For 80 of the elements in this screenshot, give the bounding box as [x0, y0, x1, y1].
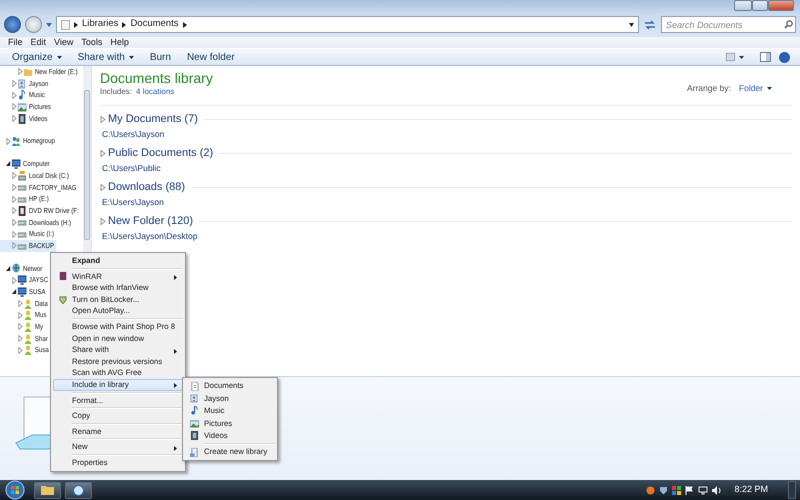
picture-icon — [190, 418, 199, 428]
caret-icon — [739, 56, 744, 58]
colorful-tile-icon[interactable] — [672, 486, 682, 494]
includes-label: Includes: — [100, 86, 132, 98]
expand-arrow-icon[interactable] — [6, 138, 12, 145]
menu-item[interactable]: Help — [110, 36, 129, 50]
computer-icon — [18, 275, 26, 286]
books-icon — [58, 272, 66, 280]
folder-path: C:\Users\Jayson — [101, 128, 166, 140]
clock[interactable]: 8:22 PM — [734, 483, 768, 497]
collapse-arrow-icon[interactable] — [6, 264, 12, 272]
expand-arrow-icon[interactable] — [100, 218, 106, 225]
collapse-arrow-icon[interactable] — [12, 288, 17, 296]
menu-item[interactable]: File — [8, 36, 23, 50]
arrange-dropdown[interactable]: Folder — [738, 82, 772, 95]
firefox-icon[interactable] — [646, 486, 656, 494]
maximize-button[interactable] — [752, 0, 768, 11]
app-taskbar-button[interactable] — [65, 482, 92, 498]
collapse-arrow-icon[interactable] — [6, 160, 12, 168]
menu-item[interactable]: View — [54, 36, 74, 50]
toolbar-button[interactable]: Share with — [70, 50, 142, 64]
breadcrumb-arrow-icon[interactable] — [74, 22, 78, 28]
breadcrumb[interactable]: Libraries — [82, 17, 118, 32]
caret-icon — [767, 86, 772, 90]
picture-icon — [18, 102, 26, 112]
shield-icon[interactable] — [659, 486, 668, 494]
shield-icon — [58, 296, 66, 304]
folder-path: E:\Users\Jayson — [101, 196, 165, 208]
group-header[interactable]: Downloads (88) — [108, 179, 186, 196]
menu-item[interactable]: Tools — [81, 36, 102, 50]
breadcrumb[interactable]: Documents — [130, 17, 178, 32]
computer-icon — [18, 286, 26, 297]
refresh-icon[interactable] — [643, 18, 657, 32]
document-icon — [190, 382, 199, 391]
group-header[interactable]: My Documents (7) — [108, 111, 198, 128]
start-button[interactable] — [4, 480, 26, 500]
breadcrumb-arrow-icon[interactable] — [182, 22, 186, 28]
folder-path: E:\Users\Jayson\Desktop — [101, 230, 198, 242]
back-button[interactable] — [4, 16, 21, 33]
music-note-icon — [190, 406, 199, 416]
new-library-icon — [190, 448, 199, 457]
toolbar-button[interactable]: New folder — [178, 50, 243, 64]
music-note-icon — [18, 90, 26, 100]
minimize-button[interactable] — [734, 0, 752, 11]
network-icon — [12, 263, 20, 274]
close-button[interactable] — [768, 0, 794, 11]
forward-button[interactable] — [25, 16, 42, 33]
explorer-taskbar-button[interactable] — [34, 482, 61, 498]
toolbar-button[interactable]: Organize — [4, 50, 70, 64]
network-icon[interactable] — [698, 486, 708, 494]
expand-arrow-icon[interactable] — [100, 116, 106, 123]
expand-arrow-icon[interactable] — [100, 150, 106, 157]
breadcrumb-arrow-icon[interactable] — [122, 22, 126, 28]
library-title: Documents library — [100, 70, 213, 86]
arrange-label: Arrange by: — [686, 82, 731, 95]
view-icon — [726, 53, 735, 61]
group-header[interactable]: Public Documents (2) — [108, 145, 214, 162]
dvd-drive-icon — [18, 206, 26, 216]
expand-arrow-icon[interactable] — [100, 184, 106, 191]
locations-link[interactable]: 4 locations — [136, 86, 174, 98]
people-icon — [12, 136, 20, 146]
toolbar-button[interactable]: Burn — [142, 50, 179, 64]
help-icon[interactable] — [779, 52, 790, 62]
computer-icon — [12, 158, 20, 169]
expand-arrow-icon[interactable] — [12, 276, 17, 284]
film-icon — [18, 114, 26, 124]
flag-icon[interactable] — [685, 486, 694, 494]
show-desktop-button[interactable] — [788, 481, 796, 499]
speaker-icon[interactable] — [712, 486, 722, 494]
film-icon — [190, 431, 199, 440]
search-field[interactable]: Search Documents — [661, 16, 796, 33]
dropdown-arrow-icon[interactable] — [629, 22, 634, 26]
hard-drive-icon — [18, 170, 26, 181]
globe-icon — [73, 484, 84, 496]
search-icon — [784, 20, 793, 29]
preview-pane-icon[interactable] — [760, 52, 771, 62]
recent-pages-icon[interactable] — [46, 22, 52, 26]
menu-item[interactable]: Edit — [30, 36, 46, 50]
folder-path: C:\Users\Public — [101, 162, 162, 174]
group-header[interactable]: New Folder (120) — [108, 213, 193, 230]
